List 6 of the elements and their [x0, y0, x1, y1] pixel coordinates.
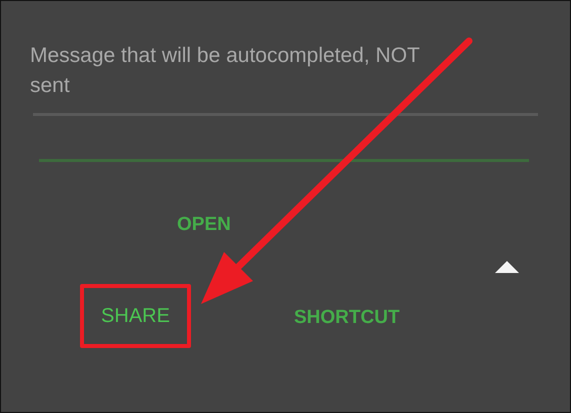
- message-hint: Message that will be autocompleted, NOT sent: [30, 43, 420, 99]
- highlighted-button[interactable]: SHARE: [80, 284, 191, 348]
- action-button[interactable]: OPEN: [173, 210, 235, 236]
- collapse-icon[interactable]: [494, 260, 520, 274]
- action-button[interactable]: SHORTCUT: [290, 303, 404, 329]
- input-field[interactable]: [39, 159, 529, 162]
